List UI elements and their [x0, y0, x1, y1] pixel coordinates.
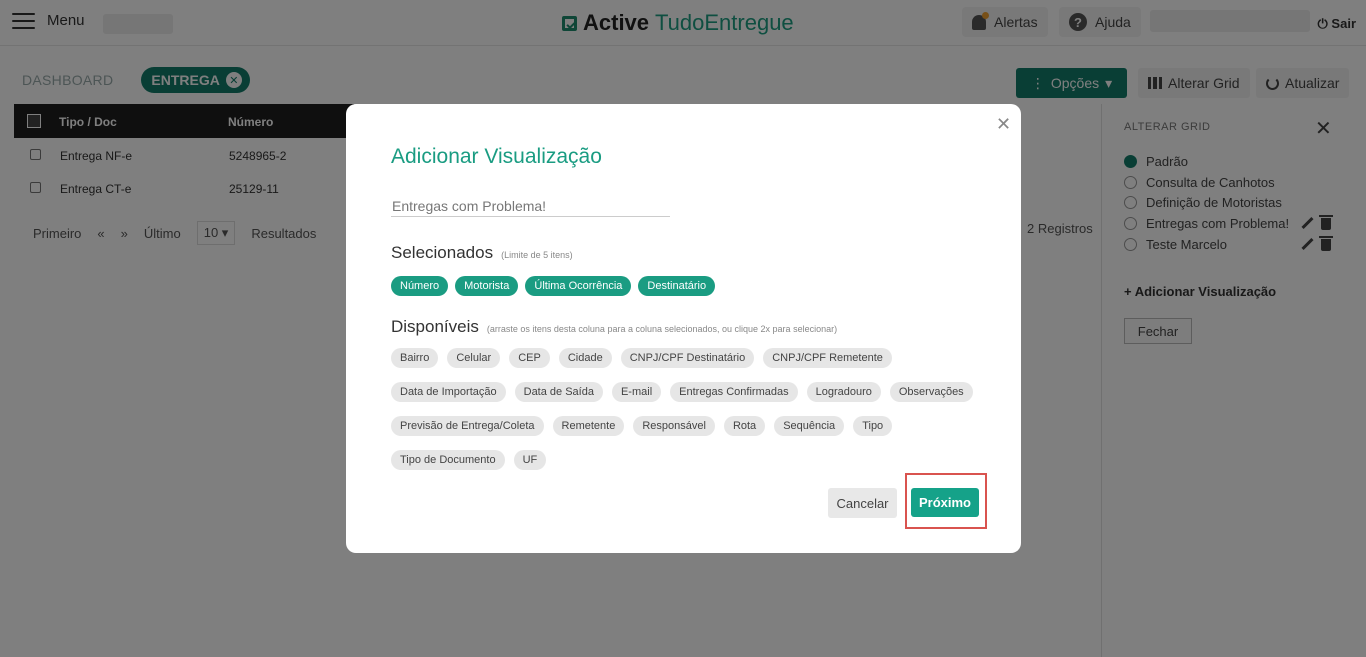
- available-chip[interactable]: Remetente: [552, 416, 625, 436]
- available-chip[interactable]: Sequência: [774, 416, 845, 436]
- available-chip[interactable]: Cidade: [558, 348, 612, 368]
- selected-chip-numero[interactable]: Número: [391, 276, 449, 296]
- available-chip[interactable]: Previsão de Entrega/Coleta: [391, 416, 544, 436]
- modal-close-icon[interactable]: ✕: [996, 114, 1011, 135]
- selected-items: Número Motorista Última Ocorrência Desti…: [391, 276, 716, 296]
- available-chip[interactable]: Data de Saída: [514, 382, 603, 402]
- available-section-title: Disponíveis (arraste os itens desta colu…: [391, 317, 837, 337]
- modal-title: Adicionar Visualização: [391, 145, 602, 168]
- available-chip[interactable]: Rota: [723, 416, 766, 436]
- available-chip[interactable]: Observações: [889, 382, 973, 402]
- available-hint: (arraste os itens desta coluna para a co…: [486, 324, 838, 334]
- available-title: Disponíveis: [391, 317, 479, 336]
- available-chip[interactable]: CEP: [509, 348, 550, 368]
- add-view-modal: ✕ Adicionar Visualização Selecionados (L…: [346, 104, 1021, 553]
- view-name-input[interactable]: [391, 196, 670, 217]
- selected-chip-motorista[interactable]: Motorista: [455, 276, 519, 296]
- selected-section-title: Selecionados (Limite de 5 itens): [391, 243, 573, 263]
- available-chip[interactable]: Celular: [447, 348, 501, 368]
- selected-chip-ultima-ocorrencia[interactable]: Última Ocorrência: [525, 276, 632, 296]
- available-chip[interactable]: Logradouro: [806, 382, 881, 402]
- available-chip[interactable]: Tipo de Documento: [391, 450, 505, 470]
- available-chip[interactable]: Entregas Confirmadas: [670, 382, 798, 402]
- available-chip[interactable]: UF: [513, 450, 547, 470]
- available-chip[interactable]: Bairro: [391, 348, 439, 368]
- available-chip[interactable]: CNPJ/CPF Remetente: [763, 348, 892, 368]
- available-chip[interactable]: CNPJ/CPF Destinatário: [620, 348, 755, 368]
- selected-hint: (Limite de 5 itens): [501, 250, 573, 260]
- available-chip[interactable]: Responsável: [633, 416, 715, 436]
- available-chip[interactable]: Data de Importação: [391, 382, 506, 402]
- available-chip[interactable]: Tipo: [853, 416, 893, 436]
- available-items: Bairro Celular CEP Cidade CNPJ/CPF Desti…: [391, 348, 981, 470]
- selected-title: Selecionados: [391, 243, 494, 262]
- next-button[interactable]: Próximo: [911, 488, 979, 517]
- selected-chip-destinatario[interactable]: Destinatário: [638, 276, 716, 296]
- cancel-button[interactable]: Cancelar: [828, 488, 897, 518]
- available-chip[interactable]: E-mail: [611, 382, 662, 402]
- next-button-highlight: Próximo: [905, 473, 987, 529]
